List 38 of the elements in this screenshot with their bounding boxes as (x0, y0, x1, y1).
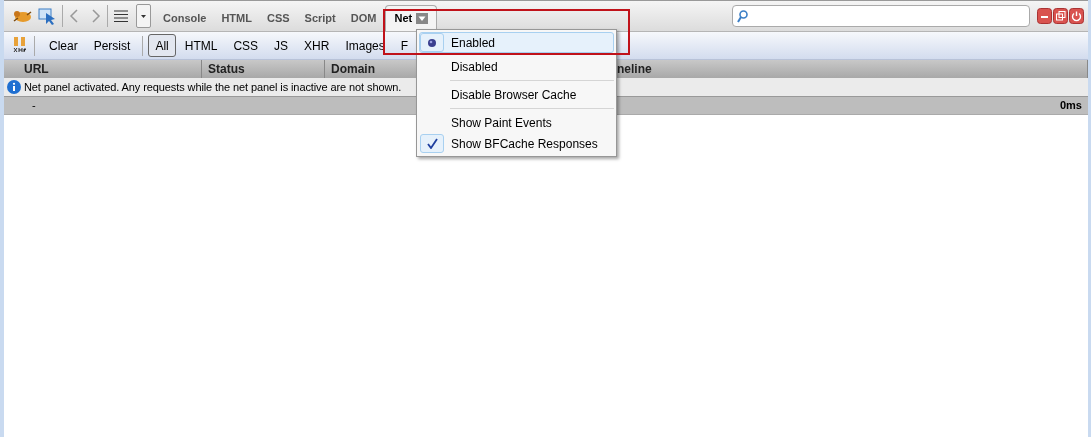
detach-icon[interactable] (1053, 8, 1068, 24)
filter-button[interactable]: F (393, 34, 416, 57)
panel-tab[interactable]: HTML (215, 5, 258, 31)
filter-button[interactable]: XHR (297, 34, 337, 57)
minimize-icon[interactable] (1037, 8, 1052, 24)
filter-button[interactable]: HTML (177, 34, 225, 57)
dropdown-button[interactable] (136, 4, 151, 28)
filter-button[interactable]: JS (267, 34, 296, 57)
xhr-icon[interactable] (13, 37, 27, 54)
column-header-label[interactable]: URL (24, 60, 49, 78)
menu-item[interactable]: Enabled (419, 32, 614, 53)
search-icon (737, 9, 748, 23)
inspect-pointer-icon[interactable] (38, 7, 56, 25)
info-icon (7, 80, 21, 94)
column-header-label[interactable]: neline (617, 60, 652, 78)
menu-item[interactable]: Disable Browser Cache (419, 84, 614, 105)
menu-item[interactable]: Show Paint Events (419, 112, 614, 133)
request-count: - (32, 98, 36, 114)
panel-tab[interactable]: DOM (344, 5, 383, 31)
column-header-label[interactable]: Status (208, 60, 245, 78)
caret-icon (141, 14, 146, 18)
dropdown-icon[interactable] (416, 13, 429, 24)
filter-button[interactable]: All (148, 34, 176, 57)
toolbar-button[interactable]: Persist (86, 34, 138, 57)
panel-tab[interactable]: CSS (260, 5, 296, 31)
toolbar-button[interactable]: Clear (42, 34, 85, 57)
filter-button[interactable]: CSS (226, 34, 266, 57)
search-field[interactable] (732, 5, 1030, 27)
power-icon[interactable] (1069, 8, 1084, 24)
menu-item[interactable]: Show BFCache Responses (419, 133, 614, 154)
total-time: 0ms (1059, 98, 1082, 114)
info-message: Net panel activated. Any requests while the net panel is inactive are not shown. (24, 79, 402, 95)
menu-icon[interactable] (114, 10, 128, 22)
panel-tab[interactable]: Script (298, 5, 342, 31)
menu-item[interactable]: Disabled (419, 56, 614, 77)
panel-tab[interactable]: Console (157, 5, 213, 31)
column-header-label[interactable]: Domain (331, 60, 375, 78)
filter-button[interactable]: Images (338, 34, 392, 57)
